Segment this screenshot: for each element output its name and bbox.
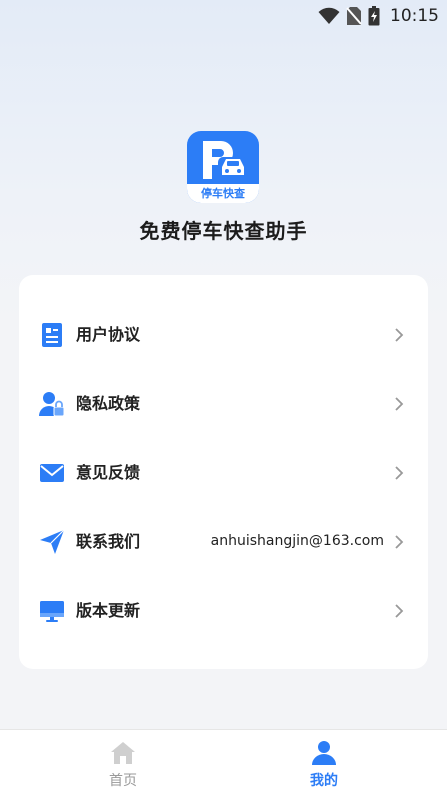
contact-email: anhuishangjin@163.com xyxy=(210,533,384,549)
monitor-icon xyxy=(40,601,64,622)
menu-item-label: 联系我们 xyxy=(76,532,141,551)
tab-mine[interactable]: 我的 xyxy=(264,730,384,797)
bottom-tab-bar: 首页 我的 xyxy=(0,729,447,797)
chevron-right-icon xyxy=(395,535,404,549)
menu-item-label: 隐私政策 xyxy=(76,394,141,413)
chevron-right-icon xyxy=(395,328,404,342)
menu-item-contact-us[interactable]: 联系我们 anhuishangjin@163.com xyxy=(19,507,428,576)
chevron-right-icon xyxy=(395,397,404,411)
menu-item-version-update[interactable]: 版本更新 xyxy=(19,576,428,645)
battery-charging-icon xyxy=(368,6,380,26)
parking-car-icon xyxy=(203,141,248,179)
tab-home[interactable]: 首页 xyxy=(63,730,183,797)
menu-item-privacy-policy[interactable]: 隐私政策 xyxy=(19,369,428,438)
document-icon xyxy=(42,323,62,347)
app-name: 免费停车快查助手 xyxy=(139,219,308,243)
menu-item-label: 意见反馈 xyxy=(76,463,141,482)
app-logo: 停车快查 xyxy=(187,131,259,203)
menu-item-label: 用户协议 xyxy=(76,325,141,344)
status-icons: 10:15 xyxy=(318,6,439,26)
user-lock-icon xyxy=(39,392,65,417)
chevron-right-icon xyxy=(395,466,404,480)
chevron-right-icon xyxy=(395,604,404,618)
menu-item-user-agreement[interactable]: 用户协议 xyxy=(19,300,428,369)
menu-card: 用户协议 隐私政策 意见反馈 联系我们 anhuishangjin@163.co… xyxy=(19,275,428,669)
send-icon xyxy=(40,529,65,554)
menu-item-feedback[interactable]: 意见反馈 xyxy=(19,438,428,507)
home-icon xyxy=(111,742,135,764)
menu-item-label: 版本更新 xyxy=(76,601,141,620)
status-bar: 10:15 xyxy=(0,0,447,32)
no-sim-icon xyxy=(346,7,362,25)
wifi-icon xyxy=(318,7,340,24)
tab-label: 我的 xyxy=(310,773,338,789)
logo-text: 停车快查 xyxy=(187,184,259,203)
person-icon xyxy=(312,741,336,765)
status-time: 10:15 xyxy=(390,6,439,26)
tab-label: 首页 xyxy=(109,773,137,789)
mail-icon xyxy=(40,464,64,482)
